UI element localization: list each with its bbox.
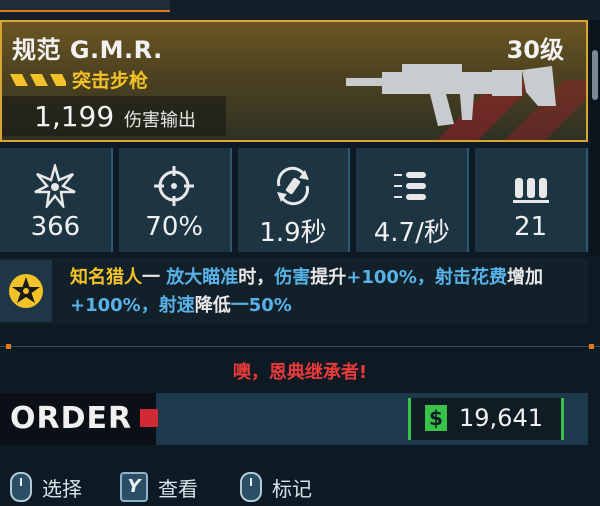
- magazine-icon: [512, 178, 549, 203]
- top-strip: [0, 0, 600, 20]
- price-box: $ 19,641: [408, 398, 564, 440]
- mouse-left-icon: [10, 472, 32, 502]
- stat-fire-rate: 4.7/秒: [356, 148, 470, 252]
- perk-keyword: 射击花费: [434, 267, 507, 288]
- weapon-name: 规范 G.M.R.: [12, 36, 163, 64]
- star-perk-icon: [9, 274, 43, 308]
- scrollbar-thumb[interactable]: [592, 50, 598, 100]
- mark-hint[interactable]: 标记: [240, 472, 312, 502]
- perk-text: 提升: [310, 267, 347, 288]
- stat-value: 21: [514, 212, 548, 242]
- weapon-type: 突击步枪: [72, 70, 149, 92]
- inspect-hint[interactable]: Y 查看: [120, 472, 198, 502]
- fire-rate-icon: [393, 172, 426, 200]
- dollar-icon: $: [425, 405, 447, 431]
- control-hints: 选择 Y 查看 标记: [0, 468, 600, 506]
- perk-text: 降低: [194, 295, 231, 316]
- stat-value: 366: [30, 212, 81, 242]
- dps-box: 1,199 伤害输出: [2, 96, 226, 136]
- weapon-perk: 知名猎人一 放大瞄准时，伤害提升+100%，射击花费增加+100%，射速降低一5…: [0, 258, 588, 324]
- stat-reload: 1.9秒: [237, 148, 351, 252]
- mark-label: 标记: [272, 476, 312, 501]
- select-hint[interactable]: 选择: [10, 472, 82, 502]
- flavor-text: 噢，恩典继承者!: [232, 362, 368, 383]
- dps-label: 伤害输出: [124, 110, 196, 131]
- select-label: 选择: [42, 476, 82, 501]
- order-logo: ORDER: [0, 393, 158, 445]
- perk-keyword: 射速: [158, 295, 195, 316]
- brand-text: ORDER: [10, 401, 133, 436]
- mouse-middle-icon: [240, 472, 262, 502]
- damage-burst-icon: [34, 164, 76, 208]
- stat-value: 1.9秒: [259, 218, 327, 248]
- inspect-label: 查看: [158, 476, 198, 501]
- brand-mark: [140, 409, 158, 427]
- stat-value: 4.7/秒: [373, 218, 450, 248]
- perk-description: 知名猎人一 放大瞄准时，伤害提升+100%，射击花费增加+100%，射速降低一5…: [70, 264, 580, 320]
- stat-magazine: 21: [475, 148, 588, 252]
- stat-accuracy: 70%: [118, 148, 232, 252]
- perk-icon-box: [0, 260, 52, 322]
- perk-text: 增加: [506, 267, 543, 288]
- divider-marker: [6, 344, 11, 349]
- reload-icon: [276, 166, 309, 206]
- perk-keyword: 伤害: [274, 267, 311, 288]
- weapon-card-header: 规范 G.M.R. 30级 突击步枪 1,199 伤害输出: [0, 20, 588, 142]
- crosshair-icon: [154, 166, 195, 206]
- dps-value: 1,199: [34, 100, 115, 133]
- category-tab[interactable]: [0, 0, 170, 12]
- weapon-stats: 366 70% 1.9秒 4.7/秒 21: [0, 148, 588, 252]
- perk-text: 时，: [238, 267, 275, 288]
- divider-marker: [589, 344, 594, 349]
- weapon-type-row: 突击步枪: [10, 66, 148, 93]
- stat-value: 70%: [145, 212, 204, 242]
- perk-keyword: 一50%: [230, 295, 292, 316]
- perk-dash: 一: [142, 267, 167, 288]
- perk-name: 知名猎人: [70, 267, 142, 288]
- perk-keyword: +100%，: [70, 295, 159, 316]
- scrollbar[interactable]: [590, 20, 600, 256]
- y-key-icon: Y: [120, 472, 148, 502]
- price-value: 19,641: [459, 404, 543, 432]
- divider: [0, 346, 600, 347]
- assault-rifle-icon: [346, 64, 556, 126]
- perk-keyword: +100%，: [346, 267, 435, 288]
- stat-damage: 366: [0, 148, 113, 252]
- rarity-chevrons-icon: [10, 73, 66, 86]
- perk-keyword: 放大瞄准: [166, 267, 239, 288]
